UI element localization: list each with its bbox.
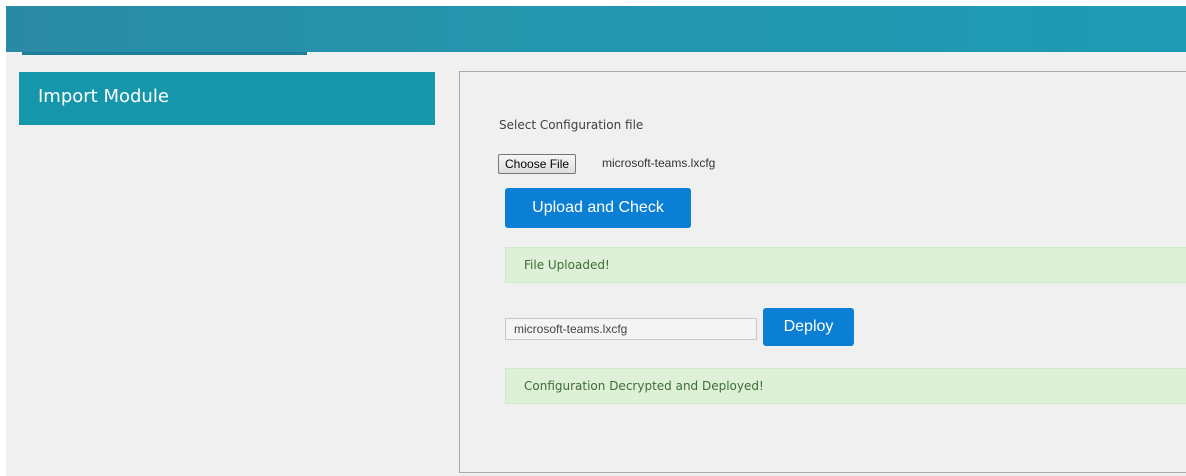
top-header-bar bbox=[6, 6, 1186, 52]
select-config-label: Select Configuration file bbox=[499, 118, 644, 132]
choose-file-button[interactable]: Choose File bbox=[498, 154, 577, 174]
deployed-alert: Configuration Decrypted and Deployed! bbox=[505, 368, 1186, 404]
upload-and-check-button[interactable]: Upload and Check bbox=[505, 188, 691, 228]
deploy-file-input[interactable] bbox=[505, 318, 757, 340]
import-panel: Select Configuration file Choose File mi… bbox=[459, 71, 1186, 473]
deploy-button[interactable]: Deploy bbox=[763, 308, 854, 346]
sidebar-title: Import Module bbox=[19, 72, 435, 125]
file-uploaded-alert: File Uploaded! bbox=[505, 247, 1186, 283]
selected-file-name: microsoft-teams.lxcfg bbox=[602, 156, 716, 170]
app-window: Import Module Select Configuration file … bbox=[6, 6, 1186, 476]
header-tab-indicator bbox=[22, 52, 307, 55]
